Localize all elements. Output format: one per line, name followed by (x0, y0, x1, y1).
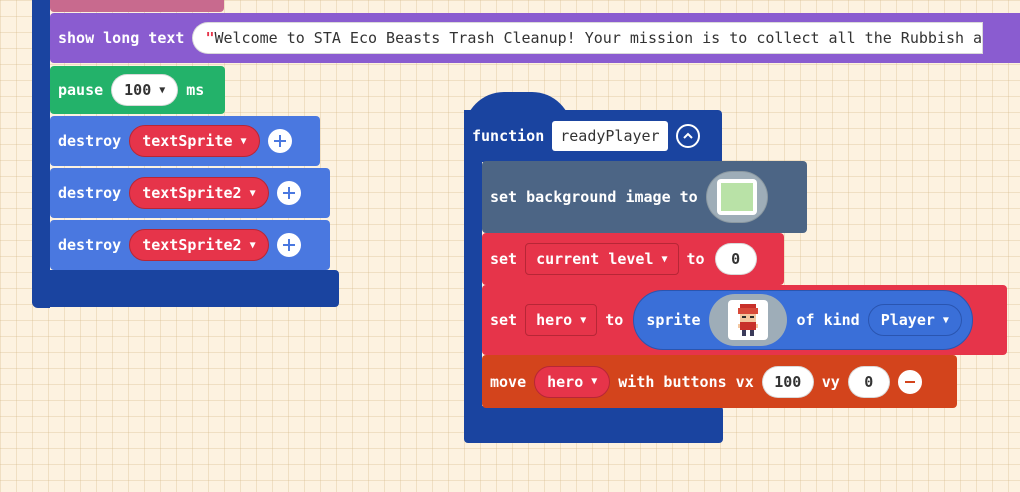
set-variable-block[interactable]: set current level ▼ to 0 (482, 233, 784, 285)
chevron-down-icon: ▼ (240, 135, 247, 147)
function-definition-block[interactable]: function readyPlayer (464, 110, 722, 162)
show-long-text-block[interactable]: show long text " Welcome to STA Eco Beas… (50, 13, 1020, 63)
destroy-target-value: textSprite2 (142, 184, 242, 202)
background-image-preview (720, 183, 753, 211)
show-long-text-label: show long text (58, 29, 185, 47)
chevron-down-icon: ▼ (591, 376, 598, 387)
variable-value: current level (536, 250, 654, 268)
set-label: set (490, 250, 518, 268)
function-footer (464, 406, 723, 443)
set-background-label: set background image to (490, 188, 698, 206)
hero-sprite-icon (737, 304, 758, 336)
vy-value-input[interactable]: 0 (847, 365, 890, 398)
of-kind-label: of kind (796, 311, 860, 329)
sprite-kind-value: Player (880, 311, 935, 329)
chevron-down-icon: ▼ (249, 187, 256, 199)
cutoff-block-top[interactable] (50, 0, 224, 12)
set-sprite-block[interactable]: set hero ▼ to sprite of kind Player ▼ (482, 285, 1007, 355)
variable-value: hero (547, 372, 584, 391)
long-text-quote: " (205, 29, 215, 47)
plus-icon (273, 135, 286, 147)
sprite-image-picker[interactable] (708, 294, 787, 346)
plus-icon (282, 187, 295, 199)
sprite-preview-frame (727, 300, 768, 340)
move-label: move (490, 372, 527, 391)
destroy-target-dropdown[interactable]: textSprite2 ▼ (129, 229, 269, 261)
function-name-input[interactable]: readyPlayer (552, 121, 668, 151)
vy-label: vy (821, 372, 840, 391)
variable-dropdown[interactable]: current level ▼ (525, 243, 679, 275)
to-label: to (605, 311, 624, 329)
level-value-input[interactable]: 0 (714, 243, 757, 275)
destroy-block[interactable]: destroy textSprite ▼ (50, 116, 320, 166)
pause-block[interactable]: pause 100 ▼ ms (50, 66, 225, 114)
destroy-block[interactable]: destroy textSprite2 ▼ (50, 220, 330, 270)
variable-value: hero (536, 311, 573, 329)
long-text-input[interactable]: " Welcome to STA Eco Beasts Trash Cleanu… (192, 22, 984, 54)
pause-duration-value: 100 (124, 81, 152, 99)
left-stack-frame (32, 0, 50, 308)
image-preview-frame (716, 179, 757, 215)
remove-argument-button[interactable] (897, 369, 922, 394)
add-argument-button[interactable] (267, 129, 292, 153)
destroy-target-dropdown[interactable]: textSprite ▼ (129, 125, 260, 157)
pause-label: pause (58, 81, 104, 99)
destroy-target-value: textSprite (142, 132, 233, 150)
workspace-canvas[interactable]: show long text " Welcome to STA Eco Beas… (0, 0, 1020, 492)
add-argument-button[interactable] (276, 181, 301, 205)
set-background-image-block[interactable]: set background image to (482, 161, 807, 233)
chevron-down-icon: ▼ (661, 253, 668, 265)
destroy-target-value: textSprite2 (142, 236, 242, 254)
move-sprite-with-buttons-block[interactable]: move hero ▼ with buttons vx 100 vy 0 (482, 355, 957, 408)
sprite-label: sprite (646, 311, 701, 329)
chevron-down-icon: ▼ (249, 239, 256, 251)
create-sprite-block[interactable]: sprite of kind Player ▼ (633, 290, 973, 350)
minus-icon (904, 380, 915, 383)
vx-value-input[interactable]: 100 (761, 365, 814, 398)
destroy-block[interactable]: destroy textSprite2 ▼ (50, 168, 330, 218)
left-stack-footer (32, 270, 339, 307)
variable-dropdown[interactable]: hero ▼ (525, 304, 598, 336)
chevron-up-icon (682, 132, 693, 139)
chevron-down-icon: ▼ (942, 314, 949, 326)
image-picker[interactable] (705, 171, 768, 223)
with-buttons-vx-label: with buttons vx (618, 372, 754, 391)
sprite-kind-dropdown[interactable]: Player ▼ (867, 304, 962, 336)
chevron-down-icon: ▼ (159, 84, 166, 96)
to-label: to (686, 250, 705, 268)
pause-unit-label: ms (186, 81, 205, 99)
pause-duration-dropdown[interactable]: 100 ▼ (111, 74, 179, 106)
function-frame (464, 160, 482, 410)
add-argument-button[interactable] (276, 233, 301, 257)
destroy-label: destroy (58, 236, 122, 254)
collapse-button[interactable] (675, 124, 700, 148)
plus-icon (282, 239, 295, 251)
function-label: function (472, 127, 545, 145)
chevron-down-icon: ▼ (580, 314, 587, 326)
variable-dropdown[interactable]: hero ▼ (534, 365, 611, 398)
destroy-label: destroy (58, 184, 122, 202)
long-text-value: Welcome to STA Eco Beasts Trash Cleanup!… (214, 29, 983, 47)
destroy-label: destroy (58, 132, 122, 150)
set-label: set (490, 311, 518, 329)
destroy-target-dropdown[interactable]: textSprite2 ▼ (129, 177, 269, 209)
